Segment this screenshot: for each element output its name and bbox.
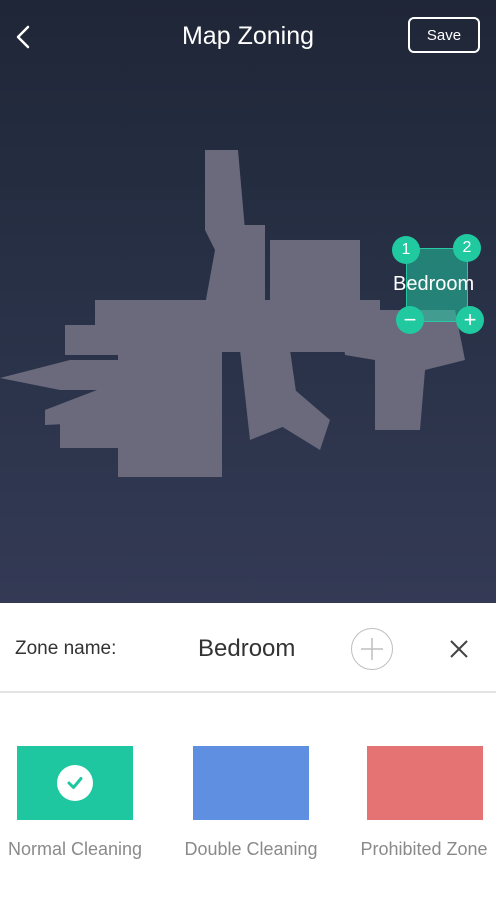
double-cleaning-option[interactable] bbox=[193, 746, 309, 820]
check-icon bbox=[57, 765, 93, 801]
normal-cleaning-label: Normal Cleaning bbox=[7, 839, 143, 859]
zone-name-label: Zone name: bbox=[15, 638, 117, 659]
map-area[interactable]: Bedroom 1 2 − + Map Zoning Save bbox=[0, 0, 496, 603]
zone-name-value[interactable]: Bedroom bbox=[198, 635, 295, 663]
plus-circle-icon bbox=[361, 638, 383, 660]
double-cleaning-label: Double Cleaning bbox=[184, 839, 318, 859]
normal-cleaning-option[interactable] bbox=[17, 746, 133, 820]
zone-corner-handle-2[interactable]: 2 bbox=[453, 234, 481, 262]
prohibited-zone-option[interactable] bbox=[367, 746, 483, 820]
add-zone-button[interactable] bbox=[351, 628, 393, 670]
prohibited-zone-label: Prohibited Zone bbox=[360, 839, 488, 859]
zone-map-label: Bedroom bbox=[393, 273, 475, 295]
close-icon bbox=[450, 640, 468, 658]
zone-name-row: Zone name: Bedroom bbox=[0, 603, 496, 693]
save-button[interactable]: Save bbox=[408, 17, 480, 53]
zone-expand-handle[interactable]: + bbox=[456, 306, 484, 334]
zone-corner-handle-1[interactable]: 1 bbox=[392, 236, 420, 264]
header: Map Zoning Save bbox=[0, 0, 496, 76]
zone-panel: Zone name: Bedroom Normal Cleaning Doubl… bbox=[0, 603, 496, 900]
close-button[interactable] bbox=[446, 636, 472, 662]
zone-shrink-handle[interactable]: − bbox=[396, 306, 424, 334]
